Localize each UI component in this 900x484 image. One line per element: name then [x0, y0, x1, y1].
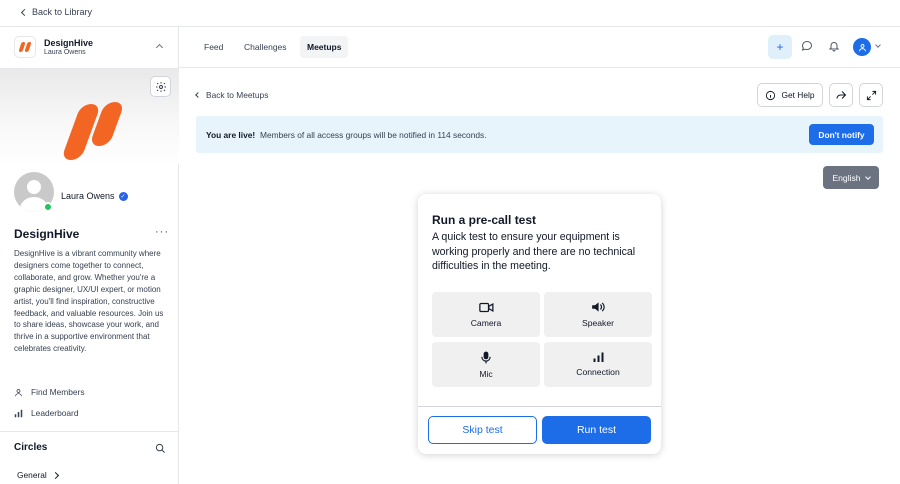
sidebar-item-label: Leaderboard — [31, 408, 79, 418]
back-to-meetups-label: Back to Meetups — [206, 90, 269, 100]
precall-title: Run a pre-call test — [432, 213, 537, 227]
sidebar: DesignHive Laura Owens Laura Owens ✓ Des… — [0, 27, 179, 484]
speaker-tile[interactable]: Speaker — [544, 292, 652, 337]
plus-icon[interactable]: + — [768, 35, 792, 59]
tab-label: Challenges — [244, 42, 287, 52]
community-switcher[interactable]: DesignHive Laura Owens — [0, 27, 179, 69]
more-options-icon[interactable]: ··· — [155, 226, 169, 238]
profile-name[interactable]: Laura Owens ✓ — [61, 191, 128, 201]
language-select[interactable]: English — [823, 166, 879, 189]
tab-feed[interactable]: Feed — [197, 36, 230, 58]
get-help-button[interactable]: Get Help — [757, 83, 823, 107]
skip-test-button[interactable]: Skip test — [428, 416, 537, 444]
live-banner: You are live! Members of all access grou… — [196, 116, 883, 153]
chevron-left-icon — [195, 92, 201, 98]
chevron-up-icon[interactable] — [155, 43, 164, 52]
chevron-down-icon — [864, 173, 871, 180]
person-icon — [15, 388, 22, 396]
share-icon — [836, 91, 847, 99]
expand-button[interactable] — [859, 83, 883, 107]
back-to-meetups-link[interactable]: Back to Meetups — [195, 90, 269, 100]
settings-button[interactable] — [150, 76, 171, 97]
divider — [0, 431, 179, 432]
chat-icon[interactable] — [801, 39, 813, 57]
tab-label: Feed — [204, 42, 224, 52]
community-title: DesignHive — [14, 227, 80, 241]
tab-challenges[interactable]: Challenges — [237, 36, 294, 58]
back-to-library-link[interactable]: Back to Library — [20, 7, 93, 17]
camera-tile[interactable]: Camera — [432, 292, 540, 337]
user-avatar-icon[interactable] — [853, 38, 871, 56]
expand-icon — [866, 90, 876, 100]
verified-badge-icon: ✓ — [118, 191, 128, 201]
community-description: DesignHive is a vibrant community where … — [14, 249, 164, 354]
chevron-right-icon — [51, 471, 59, 479]
get-help-label: Get Help — [781, 90, 815, 100]
live-notice: Members of all access groups will be not… — [260, 130, 487, 140]
share-button[interactable] — [829, 83, 853, 107]
camera-icon — [478, 302, 493, 312]
language-label: English — [832, 172, 861, 183]
chevron-left-icon — [20, 8, 29, 16]
bar-chart-icon — [14, 409, 23, 417]
precall-description: A quick test to ensure your equipment is… — [432, 231, 636, 273]
run-test-button[interactable]: Run test — [542, 416, 651, 444]
gear-icon — [155, 81, 166, 92]
mic-tile[interactable]: Mic — [432, 342, 540, 387]
dont-notify-button[interactable]: Don't notify — [809, 124, 874, 145]
info-icon — [766, 90, 776, 100]
live-status: You are live! — [206, 130, 256, 140]
circle-item-label: General — [17, 470, 47, 480]
top-bar: Back to Library — [0, 0, 900, 27]
bell-icon[interactable] — [828, 39, 840, 57]
sidebar-item-label: Find Members — [31, 387, 85, 397]
speaker-icon — [592, 302, 605, 312]
community-cover — [0, 69, 179, 164]
main-header: Feed Challenges Meetups + — [179, 27, 900, 68]
back-to-library-label: Back to Library — [32, 7, 93, 17]
divider — [418, 406, 661, 407]
chevron-down-icon[interactable] — [875, 42, 881, 48]
sidebar-item-leaderboard[interactable]: Leaderboard — [14, 408, 79, 418]
circle-item-general[interactable]: General — [17, 470, 59, 480]
tab-label: Meetups — [307, 42, 342, 52]
mic-icon — [481, 351, 491, 363]
tab-meetups[interactable]: Meetups — [300, 36, 349, 58]
brand-user: Laura Owens — [44, 49, 86, 56]
connection-tile[interactable]: Connection — [544, 342, 652, 387]
tile-label: Speaker — [581, 318, 614, 328]
profile-name-label: Laura Owens — [61, 191, 115, 201]
tile-label: Mic — [479, 368, 493, 379]
circles-title: Circles — [14, 442, 48, 453]
brand-logo-icon — [14, 36, 36, 58]
brand-name: DesignHive — [44, 38, 94, 48]
sidebar-item-find-members[interactable]: Find Members — [14, 387, 85, 397]
tile-label: Camera — [470, 317, 502, 328]
online-status-icon — [43, 202, 53, 212]
precall-test-card: Run a pre-call test A quick test to ensu… — [418, 194, 661, 454]
signal-icon — [593, 352, 603, 362]
community-logo — [60, 102, 126, 160]
tile-label: Connection — [576, 367, 620, 377]
search-icon[interactable] — [155, 441, 166, 459]
